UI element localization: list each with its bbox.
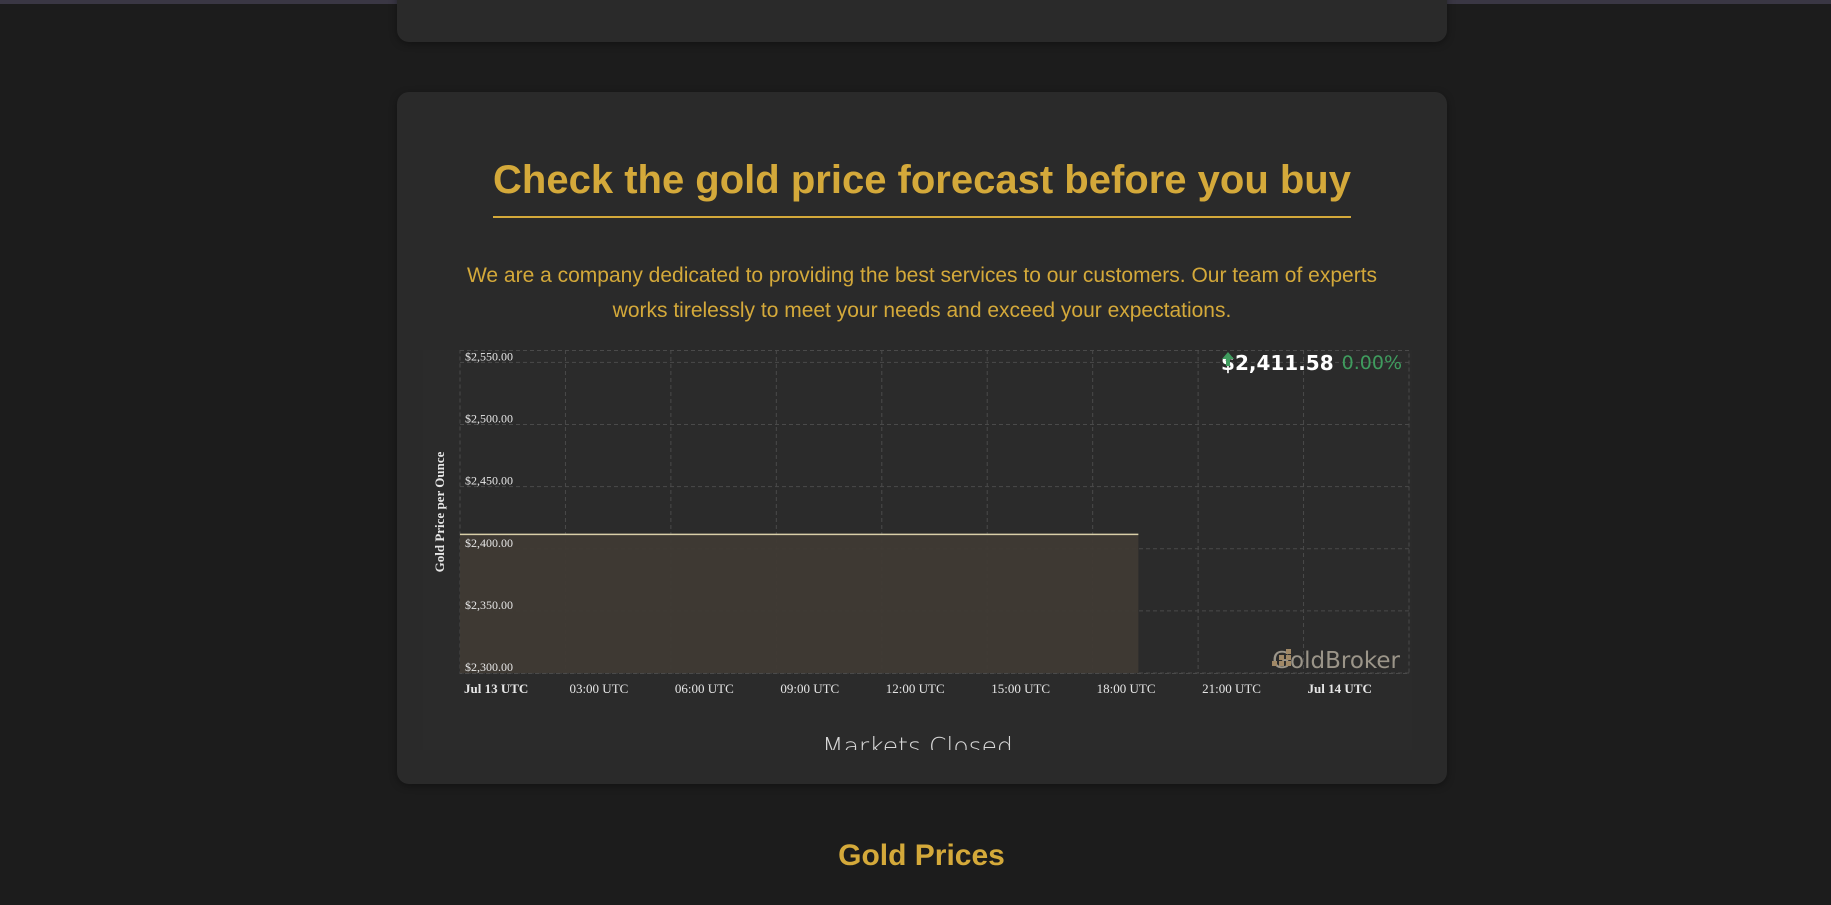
x-tick-label: 18:00 UTC xyxy=(1097,681,1156,696)
forecast-description: We are a company dedicated to providing … xyxy=(466,264,1378,322)
current-price-box: $2,411.58 0.00% xyxy=(1221,351,1402,375)
market-status: Markets Closed xyxy=(822,732,1013,750)
y-tick-label: $2,450.00 xyxy=(465,474,513,488)
y-tick-label: $2,350.00 xyxy=(465,598,513,612)
price-change: 0.00% xyxy=(1222,352,1402,374)
forecast-title-wrap: Check the gold price forecast before you… xyxy=(397,152,1447,218)
price-change-value: 0.00% xyxy=(1341,352,1402,374)
y-tick-label: $2,550.00 xyxy=(465,350,513,363)
gold-price-chart-widget[interactable]: $2,300.00 $2,350.00 $2,400.00 $2,450.00 $2,5… xyxy=(423,350,1412,750)
x-tick-label: 06:00 UTC xyxy=(675,681,734,696)
x-tick-label: 09:00 UTC xyxy=(780,681,839,696)
y-tick-label: $2,400.00 xyxy=(465,536,513,550)
y-axis-label: Gold Price per Ounce xyxy=(432,451,447,572)
price-area xyxy=(460,534,1139,673)
previous-section-card xyxy=(397,0,1447,42)
x-tick-label: 15:00 UTC xyxy=(991,681,1050,696)
x-tick-label: Jul 13 UTC xyxy=(464,681,528,696)
x-tick-label: 21:00 UTC xyxy=(1202,681,1261,696)
forecast-title: Check the gold price forecast before you… xyxy=(493,152,1351,218)
x-tick-label: 12:00 UTC xyxy=(886,681,945,696)
current-price: $2,411.58 xyxy=(1221,351,1334,375)
price-chart: $2,300.00 $2,350.00 $2,400.00 $2,450.00 $2,5… xyxy=(432,350,1410,696)
forecast-card: Check the gold price forecast before you… xyxy=(397,92,1447,784)
x-tick-label: Jul 14 UTC xyxy=(1308,681,1372,696)
x-tick-label: 03:00 UTC xyxy=(569,681,628,696)
y-tick-label: $2,500.00 xyxy=(465,412,513,426)
gold-bars-icon xyxy=(1272,649,1292,666)
goldbroker-logo: GoldBroker xyxy=(1272,648,1400,674)
y-tick-label: $2,300.00 xyxy=(465,660,513,674)
arrow-up-icon xyxy=(1222,352,1235,366)
gold-prices-heading: Gold Prices xyxy=(838,839,1005,872)
